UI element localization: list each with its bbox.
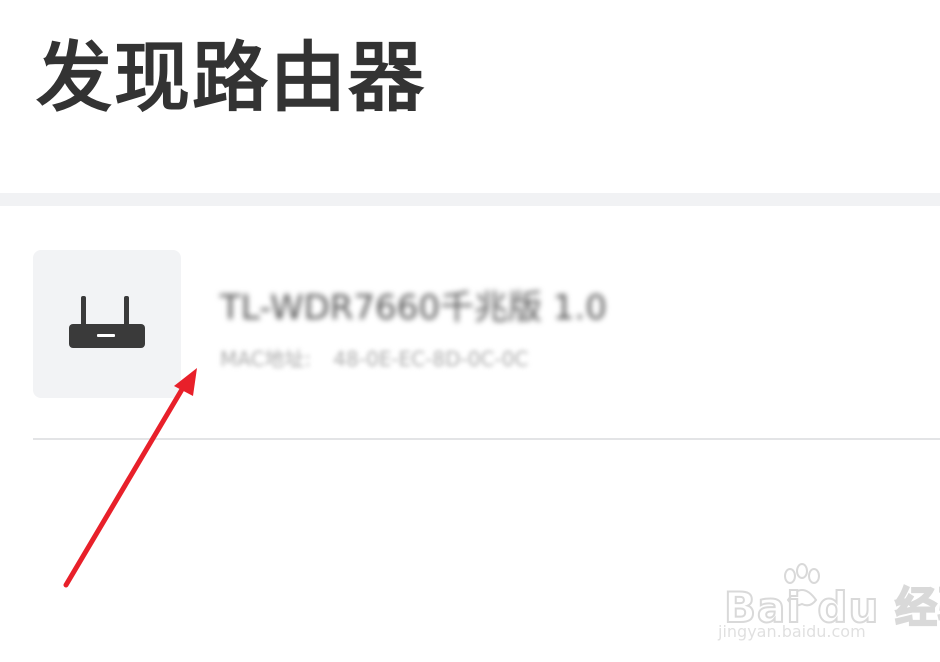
- section-divider: [0, 193, 940, 206]
- router-mac-address: MAC地址: 48-0E-EC-8D-0C-0C: [220, 343, 528, 372]
- mac-label: MAC地址:: [220, 347, 312, 371]
- watermark: Bai du 经验 jingyan.baidu.com: [718, 560, 940, 650]
- page-title: 发现路由器: [36, 33, 426, 122]
- router-icon-container: [33, 250, 181, 398]
- router-name: TL-WDR7660千兆版 1.0: [220, 288, 607, 328]
- mac-value: 48-0E-EC-8D-0C-0C: [333, 347, 529, 371]
- watermark-url: jingyan.baidu.com: [718, 622, 866, 641]
- row-divider: [33, 438, 940, 440]
- router-icon: [69, 296, 145, 348]
- router-list-item[interactable]: TL-WDR7660千兆版 1.0 MAC地址: 48-0E-EC-8D-0C-0…: [0, 206, 940, 438]
